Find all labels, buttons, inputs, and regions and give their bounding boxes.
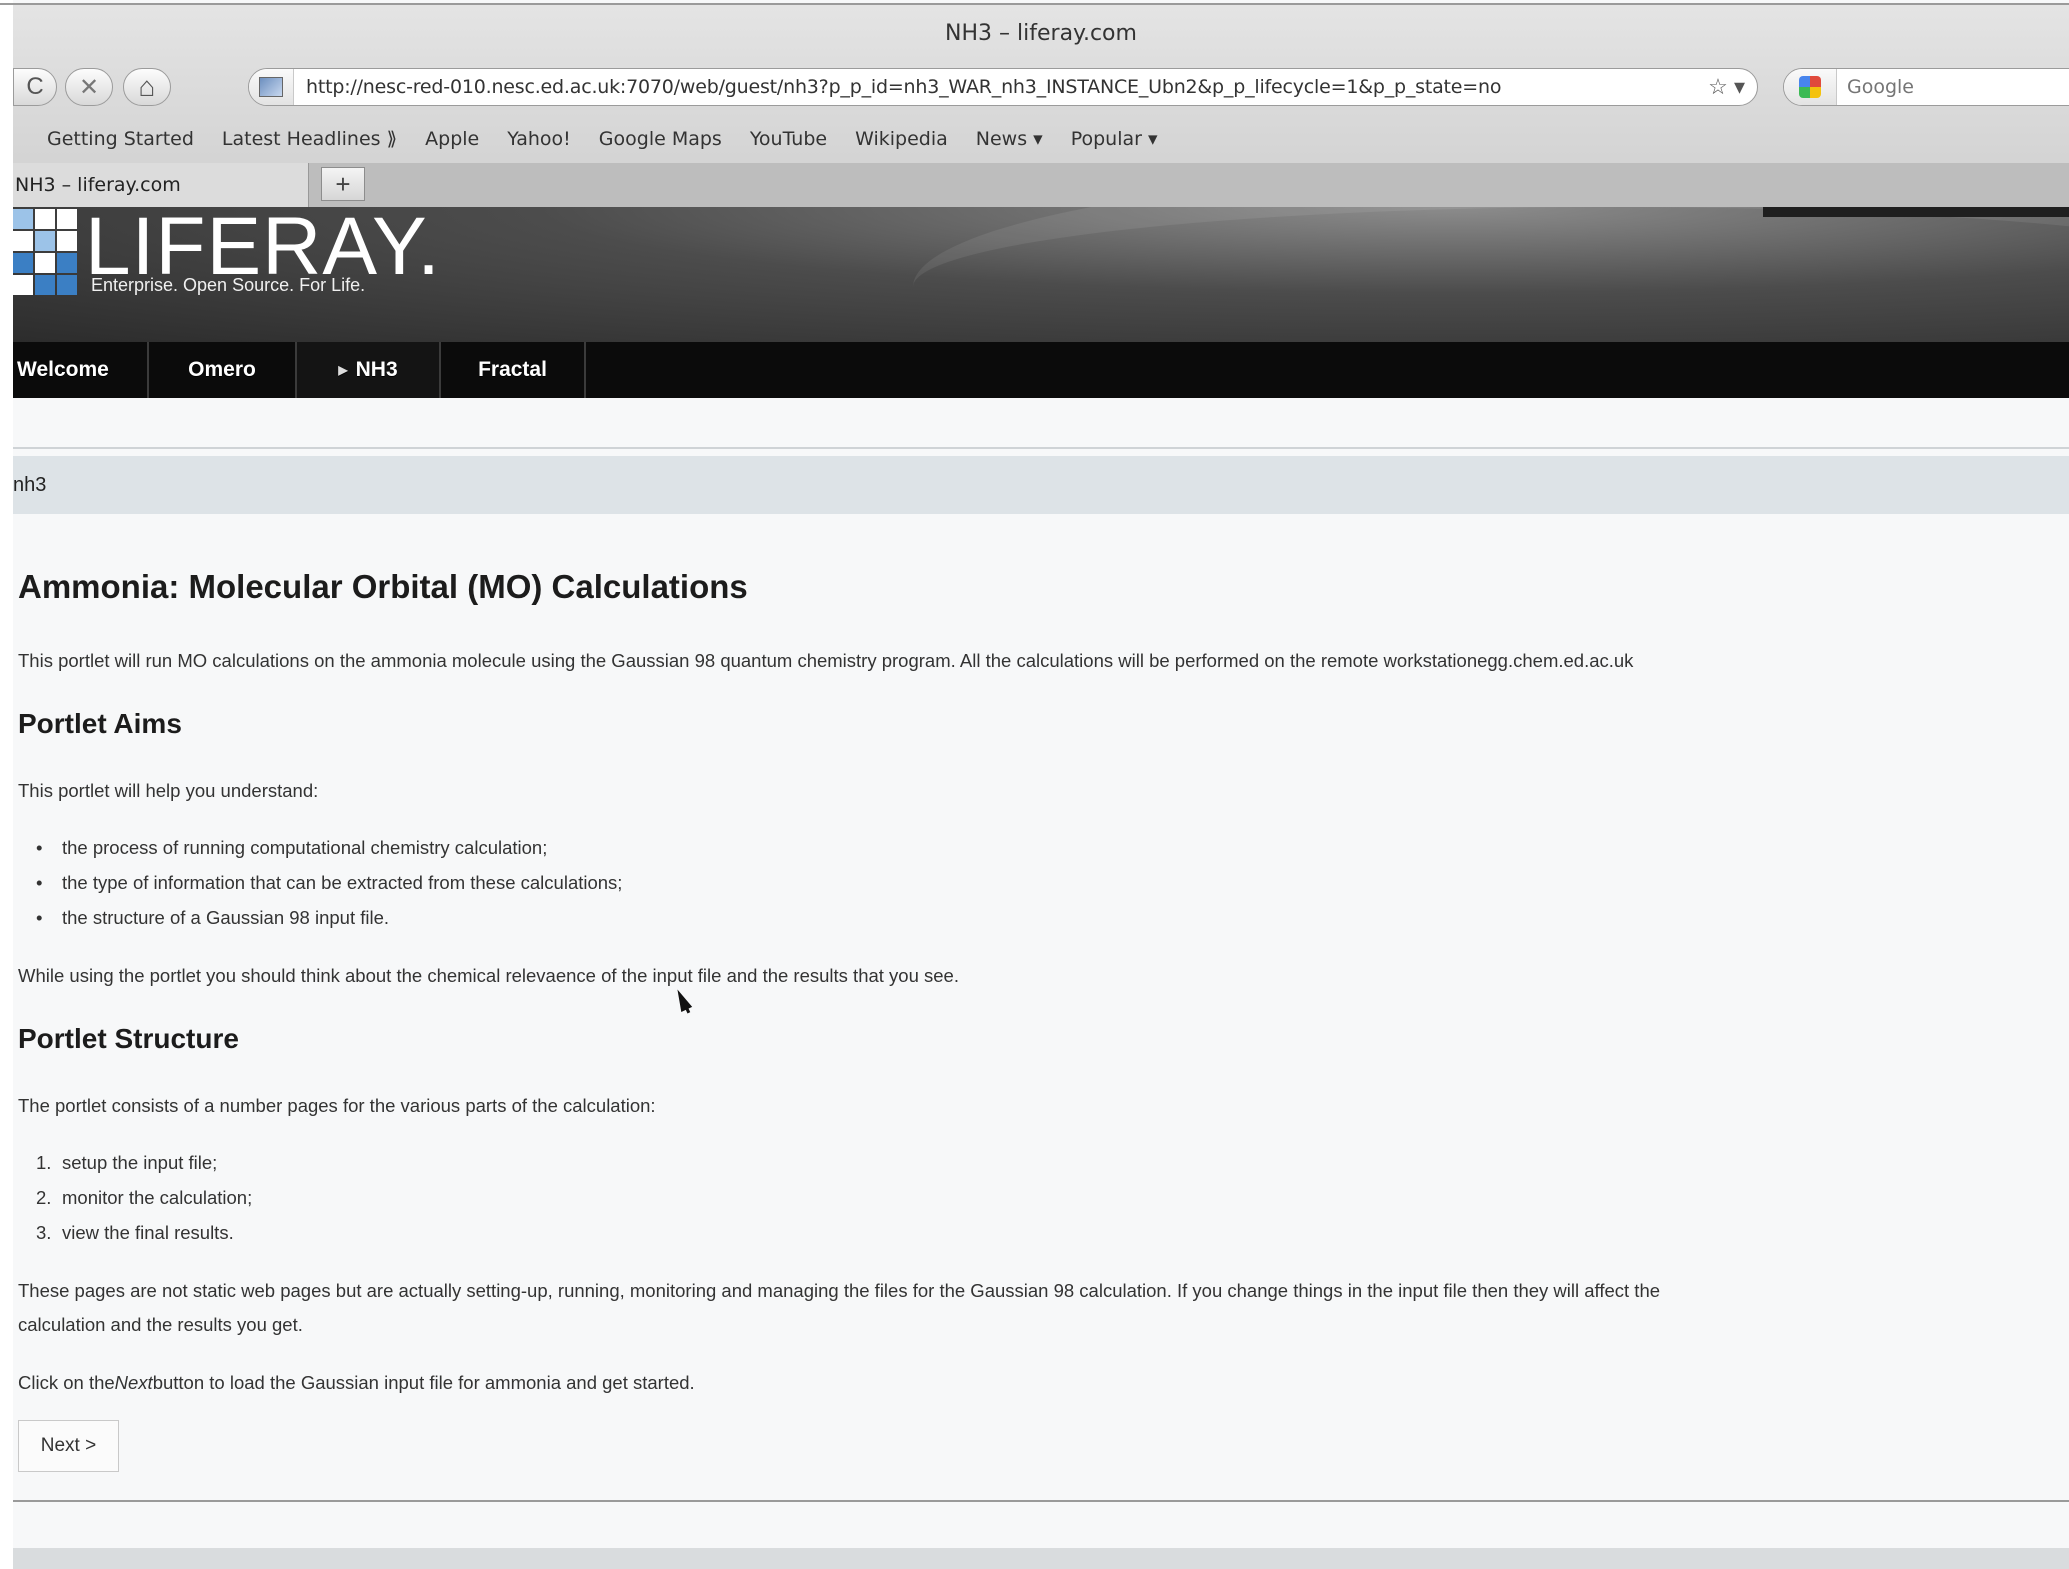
mouse-cursor-icon: [672, 986, 693, 1012]
new-tab-button[interactable]: +: [321, 167, 365, 201]
list-item: 2. monitor the calculation;: [36, 1187, 253, 1208]
nav-fractal[interactable]: Fractal: [441, 342, 586, 398]
dynamic-note-line-1: These pages are not static web pages but…: [18, 1280, 1661, 1301]
aims-heading: Portlet Aims: [18, 708, 182, 739]
next-button[interactable]: Next >: [18, 1420, 119, 1472]
site-identity-icon[interactable]: [249, 69, 294, 105]
url-text[interactable]: http://nesc-red-010.nesc.ed.ac.uk:7070/w…: [294, 76, 1696, 98]
search-engine-button[interactable]: [1784, 69, 1837, 105]
search-box[interactable]: [1783, 68, 2069, 106]
aims-note: While using the portlet you should think…: [18, 965, 959, 986]
url-dropdown-icon[interactable]: ▾: [1734, 74, 1745, 99]
liferay-logo-icon[interactable]: [13, 209, 79, 295]
click-note: Click on theNextbutton to load the Gauss…: [18, 1372, 695, 1393]
portlet-title-bar: nh3: [13, 456, 2069, 514]
google-icon: [1799, 76, 1821, 98]
bookmark-apple[interactable]: Apple: [425, 128, 479, 150]
bookmark-star-icon[interactable]: ☆: [1708, 74, 1728, 99]
bookmark-news[interactable]: News ▾: [976, 128, 1043, 150]
home-icon: ⌂: [138, 71, 156, 102]
next-emphasis: Next: [114, 1372, 153, 1393]
list-item: 1. setup the input file;: [36, 1152, 218, 1173]
stop-button[interactable]: ✕: [65, 68, 113, 106]
home-button[interactable]: ⌂: [123, 68, 171, 106]
nav-label: Welcome: [17, 358, 109, 381]
list-item: • the structure of a Gaussian 98 input fi…: [36, 907, 390, 928]
main-navigation: Welcome Omero ▶ NH3 Fractal: [13, 342, 2069, 398]
bookmark-yahoo[interactable]: Yahoo!: [507, 128, 571, 150]
nav-label: Fractal: [478, 358, 547, 381]
divider: [13, 447, 2069, 449]
window-edge: [0, 0, 13, 1569]
portlet-title: nh3: [13, 474, 47, 496]
search-input[interactable]: [1837, 75, 2069, 99]
aims-intro: This portlet will help you understand:: [18, 780, 319, 801]
structure-heading: Portlet Structure: [18, 1023, 239, 1054]
window-title: NH3 – liferay.com: [945, 21, 1137, 46]
list-item: 3. view the final results.: [36, 1222, 234, 1243]
bookmark-getting-started[interactable]: Getting Started: [47, 128, 194, 150]
browser-chrome: NH3 – liferay.com C ✕ ⌂ http://nesc-red-…: [13, 5, 2069, 207]
structure-intro: The portlet consists of a number pages f…: [18, 1095, 656, 1116]
reload-icon: C: [26, 73, 44, 100]
list-item: • the process of running computational ch…: [36, 837, 548, 858]
bookmark-popular[interactable]: Popular ▾: [1071, 128, 1158, 150]
bookmark-latest-headlines[interactable]: Latest Headlines ⟫: [222, 128, 397, 150]
nav-label: Omero: [188, 358, 256, 381]
nav-omero[interactable]: Omero: [149, 342, 297, 398]
address-bar[interactable]: http://nesc-red-010.nesc.ed.ac.uk:7070/w…: [248, 68, 1758, 106]
active-arrow-icon: ▶: [338, 363, 348, 377]
footer-bar: [13, 1548, 2069, 1569]
bullet-icon: •: [36, 872, 43, 893]
site-header: LIFERAY. Enterprise. Open Source. For Li…: [13, 207, 2069, 342]
nav-label: NH3: [355, 358, 398, 381]
reload-button[interactable]: C: [13, 68, 57, 106]
nav-welcome[interactable]: Welcome: [13, 342, 149, 398]
bookmark-wikipedia[interactable]: Wikipedia: [855, 128, 948, 150]
plus-icon: +: [335, 169, 351, 199]
bullet-icon: •: [36, 907, 43, 928]
dynamic-note-line-2: calculation and the results you get.: [18, 1314, 303, 1335]
bookmark-youtube[interactable]: YouTube: [750, 128, 827, 150]
nav-nh3[interactable]: ▶ NH3: [297, 342, 441, 398]
stop-icon: ✕: [78, 73, 100, 101]
header-dock: [1763, 207, 2069, 217]
bookmarks-bar: Getting Started Latest Headlines ⟫ Apple…: [13, 123, 2069, 155]
divider: [13, 1500, 2069, 1502]
site-tagline: Enterprise. Open Source. For Life.: [91, 275, 366, 295]
bullet-icon: •: [36, 837, 43, 858]
list-item: • the type of information that can be ext…: [36, 872, 623, 893]
page-heading: Ammonia: Molecular Orbital (MO) Calculat…: [18, 568, 748, 605]
bookmark-google-maps[interactable]: Google Maps: [599, 128, 722, 150]
intro-text: This portlet will run MO calculations on…: [18, 650, 1634, 671]
tab-strip: NH3 – liferay.com +: [13, 163, 2069, 207]
tab-nh3[interactable]: NH3 – liferay.com: [13, 163, 309, 207]
